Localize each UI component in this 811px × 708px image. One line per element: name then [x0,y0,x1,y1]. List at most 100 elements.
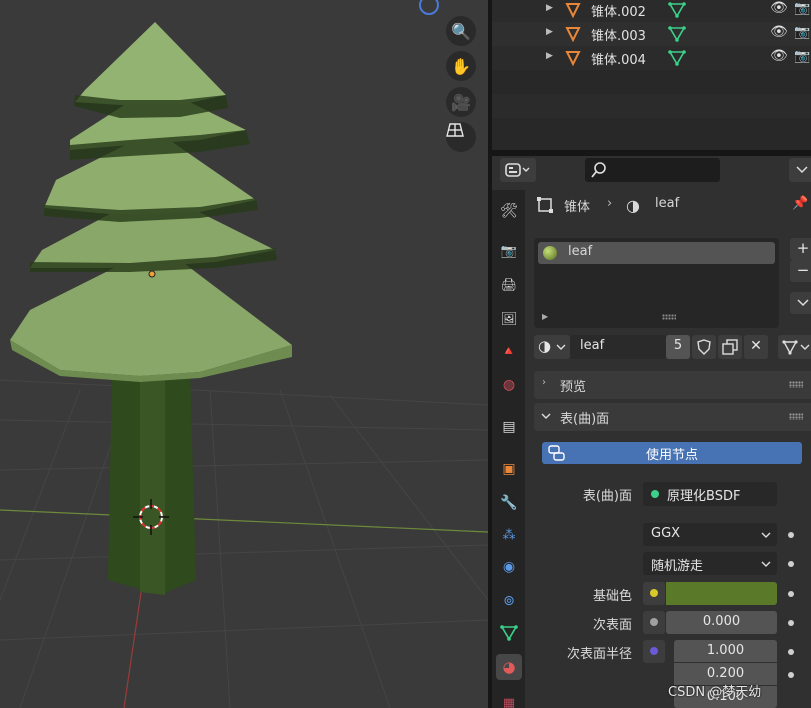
keyframe-dot-icon[interactable] [788,620,794,626]
tab-modifiers[interactable]: 🔧 [496,490,522,516]
camera-view-button[interactable]: 🎥 [446,87,476,117]
preview-panel-header[interactable]: › 预览 [534,371,811,399]
subsurface-radius-x-field[interactable]: 1.000 [674,640,777,662]
subsurface-socket[interactable] [643,611,665,634]
expand-arrow-icon[interactable]: ▶ [542,312,548,321]
tab-object-data[interactable] [496,620,522,646]
chevron-right-icon: › [542,377,546,388]
pan-button[interactable]: ✋ [446,51,476,81]
mesh-data-icon[interactable] [668,1,686,19]
mesh-data-icon[interactable] [668,25,686,43]
tab-material[interactable]: ◕ [496,654,522,680]
tab-tool[interactable]: 🛠 [496,198,522,224]
outliner-panel: ▶ 锥体.002 👁 📷 ▶ 锥体.003 👁 📷 ▶ 锥体.004 👁 📷 [492,0,811,150]
duplicate-material-button[interactable] [718,335,742,359]
outliner-item[interactable]: ▶ 锥体.004 👁 📷 [492,46,811,70]
link-type-dropdown[interactable] [778,335,811,359]
material-slot-name[interactable]: leaf [568,244,592,259]
material-name-input[interactable]: leaf [570,335,666,359]
base-color-swatch[interactable] [666,582,777,605]
expand-arrow-icon[interactable]: ▶ [546,3,553,13]
surface-panel-title: 表(曲)面 [560,412,610,427]
perspective-toggle-button[interactable] [446,122,476,152]
printer-icon: 🖨 [500,277,518,293]
gizmo-z-axis-icon[interactable] [419,0,439,15]
material-slot-item[interactable]: leaf [538,242,775,264]
render-camera-icon[interactable]: 📷 [794,25,810,40]
outliner-item[interactable]: ▶ 锥体.002 👁 📷 [492,0,811,22]
pin-icon[interactable]: 📌 [792,196,808,211]
subsurface-value-field[interactable]: 0.000 [666,611,777,634]
camera-icon: 🎥 [451,92,471,112]
outliner-empty-row [492,94,811,118]
resize-grip-icon[interactable] [662,314,676,320]
search-icon [591,162,606,178]
tab-world[interactable]: ◍ [496,372,522,398]
base-color-socket[interactable] [643,582,665,605]
visibility-eye-icon[interactable]: 👁 [770,48,788,64]
chevron-down-icon [541,413,551,419]
distribution-dropdown[interactable]: GGX [643,523,777,546]
options-dropdown[interactable] [789,158,811,182]
minus-icon: − [796,261,810,279]
keyframe-dot-icon[interactable] [788,649,794,655]
cone-object-icon [565,3,581,19]
surface-panel-header[interactable]: 表(曲)面 [534,403,811,431]
browse-material-dropdown[interactable]: ◑ [534,335,570,359]
render-camera-icon[interactable]: 📷 [794,1,810,16]
tab-scene[interactable]: 🔺 [496,338,522,364]
tool-icon: 🛠 [500,203,518,219]
origin-point [148,270,156,278]
3d-viewport[interactable]: 🔍 ✋ 🎥 [0,0,488,708]
keyframe-dot-icon[interactable] [788,591,794,597]
outliner-item-name[interactable]: 锥体.002 [591,1,646,20]
outliner-item-name[interactable]: 锥体.003 [591,25,646,44]
properties-editor: 🛠 📷 🖨 🖼 🔺 ◍ ▤ ▣ 🔧 ⁂ ◉ ⊚ ◕ ▦ 锥体 › ◑ leaf … [492,156,811,708]
visibility-eye-icon[interactable]: 👁 [770,0,788,16]
keyframe-dot-icon[interactable] [788,532,794,538]
editor-type-dropdown[interactable] [500,158,536,182]
material-sphere-icon: ◕ [502,658,516,676]
fake-user-button[interactable] [692,335,716,359]
unlink-material-button[interactable]: ✕ [744,335,768,359]
render-camera-icon[interactable]: 📷 [794,49,810,64]
zoom-button[interactable]: 🔍 [446,16,476,46]
zoom-icon: 🔍 [451,21,471,41]
mesh-data-icon[interactable] [668,49,686,67]
keyframe-dot-icon[interactable] [788,672,794,678]
subsurface-radius-socket[interactable] [643,640,665,663]
floor-grid [0,379,488,708]
tab-output[interactable]: 🖨 [496,272,522,298]
tab-constraints[interactable]: ⊚ [496,588,522,614]
close-icon: ✕ [750,338,762,354]
slot-specials-dropdown[interactable] [790,292,811,314]
tab-texture[interactable]: ▦ [496,690,522,708]
tab-object[interactable]: ▣ [496,456,522,482]
tab-collection[interactable]: ▤ [496,414,522,440]
drag-grip-icon[interactable] [789,413,803,420]
tab-particles[interactable]: ⁂ [496,522,522,548]
outliner-item-name[interactable]: 锥体.004 [591,49,646,68]
tab-physics[interactable]: ◉ [496,554,522,580]
surface-shader-field[interactable]: 原理化BSDF [643,482,777,506]
expand-arrow-icon[interactable]: ▶ [546,27,553,37]
keyframe-dot-icon[interactable] [788,561,794,567]
plus-icon: + [796,239,810,257]
user-count[interactable]: 5 [666,335,690,359]
outliner-item[interactable]: ▶ 锥体.003 👁 📷 [492,22,811,46]
shield-icon [697,339,711,355]
drag-grip-icon[interactable] [789,381,803,388]
visibility-eye-icon[interactable]: 👁 [770,24,788,40]
texture-checker-icon: ▦ [502,695,516,708]
tab-view-layer[interactable]: 🖼 [496,306,522,332]
image-stack-icon: 🖼 [500,311,518,327]
tab-render[interactable]: 📷 [496,238,522,264]
subsurface-radius-label: 次表面半径 [566,647,632,662]
use-nodes-button[interactable]: 使用节点 [542,442,802,464]
properties-search-input[interactable] [585,158,720,182]
expand-arrow-icon[interactable]: ▶ [546,51,553,61]
remove-slot-button[interactable]: − [790,260,811,282]
add-slot-button[interactable]: + [790,238,811,260]
wrench-icon: 🔧 [500,495,518,511]
subsurface-method-dropdown[interactable]: 随机游走 [643,552,777,575]
